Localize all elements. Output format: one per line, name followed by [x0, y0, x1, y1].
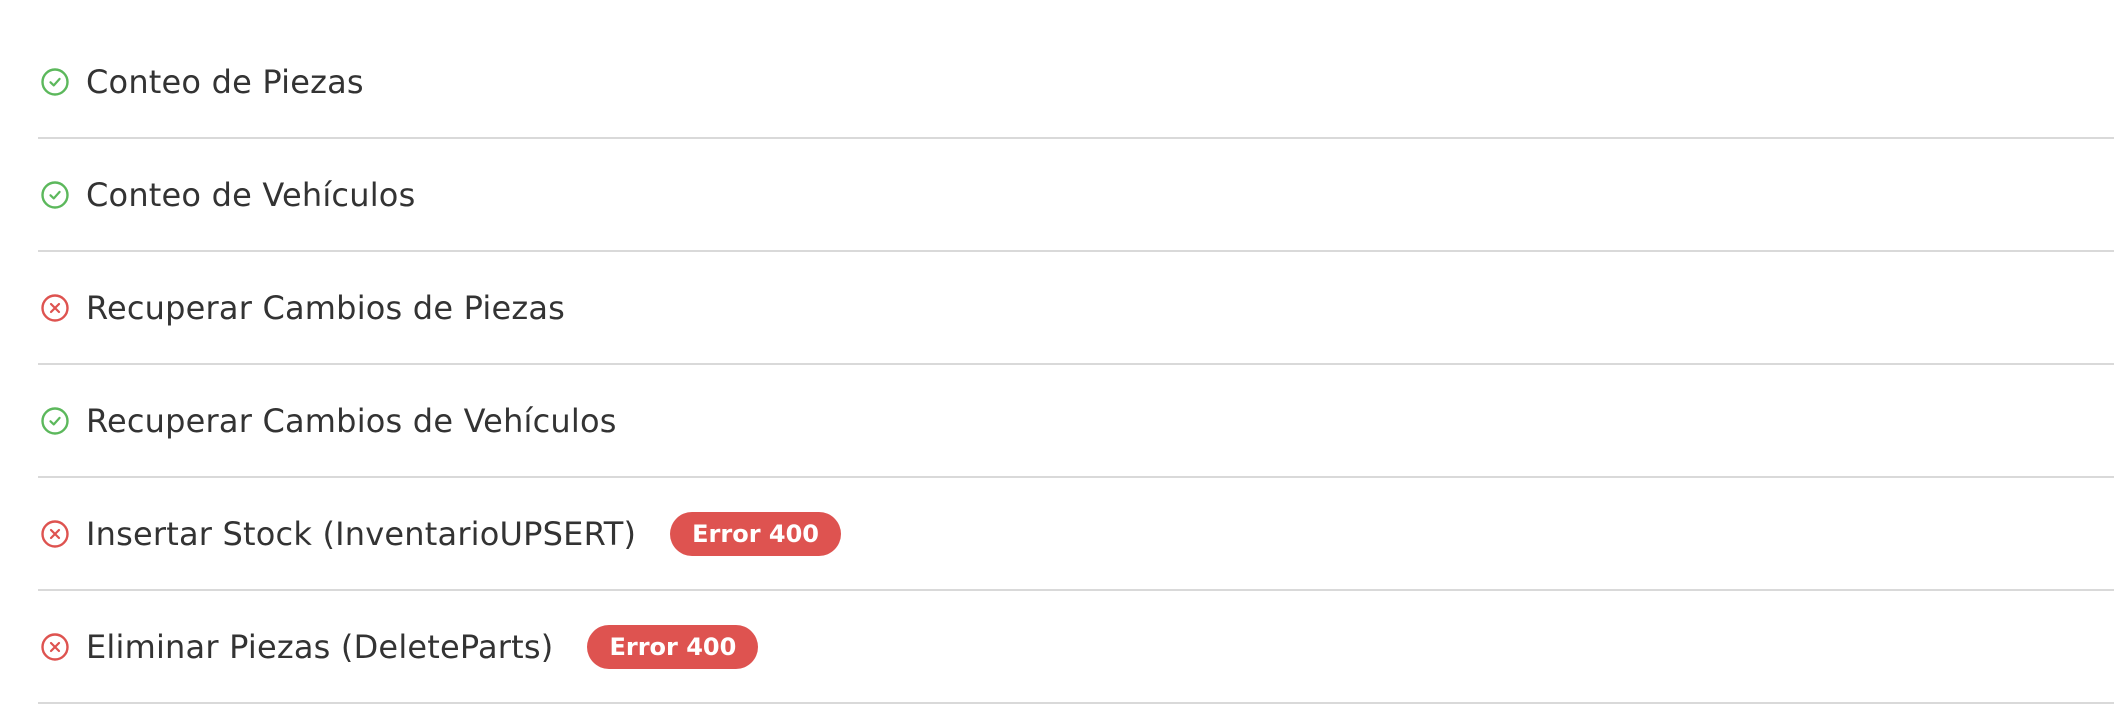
- item-label: Conteo de Vehículos: [86, 175, 416, 214]
- check-circle-icon: [41, 406, 69, 435]
- error-badge: Error 400: [587, 624, 759, 669]
- check-circle-icon: [41, 180, 69, 209]
- item-label: Insertar Stock (InventarioUPSERT): [86, 514, 637, 553]
- x-circle-icon: [41, 293, 69, 322]
- list-item: Conteo de Vehículos: [38, 139, 2114, 252]
- item-label: Eliminar Piezas (DeleteParts): [86, 627, 554, 666]
- error-badge: Error 400: [670, 511, 841, 556]
- item-label: Recuperar Cambios de Vehículos: [86, 401, 617, 440]
- list-item: Recuperar Cambios de Vehículos: [38, 365, 2114, 478]
- check-circle-icon: [41, 67, 69, 96]
- item-label: Conteo de Piezas: [86, 62, 364, 101]
- status-list: Conteo de Piezas Conteo de Vehículos Rec…: [38, 26, 2114, 704]
- list-item: Recuperar Cambios de Piezas: [38, 252, 2114, 365]
- x-circle-icon: [41, 632, 69, 661]
- list-item: Conteo de Piezas: [38, 26, 2114, 139]
- item-label: Recuperar Cambios de Piezas: [86, 288, 566, 327]
- list-item: Insertar Stock (InventarioUPSERT) Error …: [38, 478, 2114, 591]
- list-item: Eliminar Piezas (DeleteParts) Error 400: [38, 591, 2114, 704]
- x-circle-icon: [41, 519, 69, 548]
